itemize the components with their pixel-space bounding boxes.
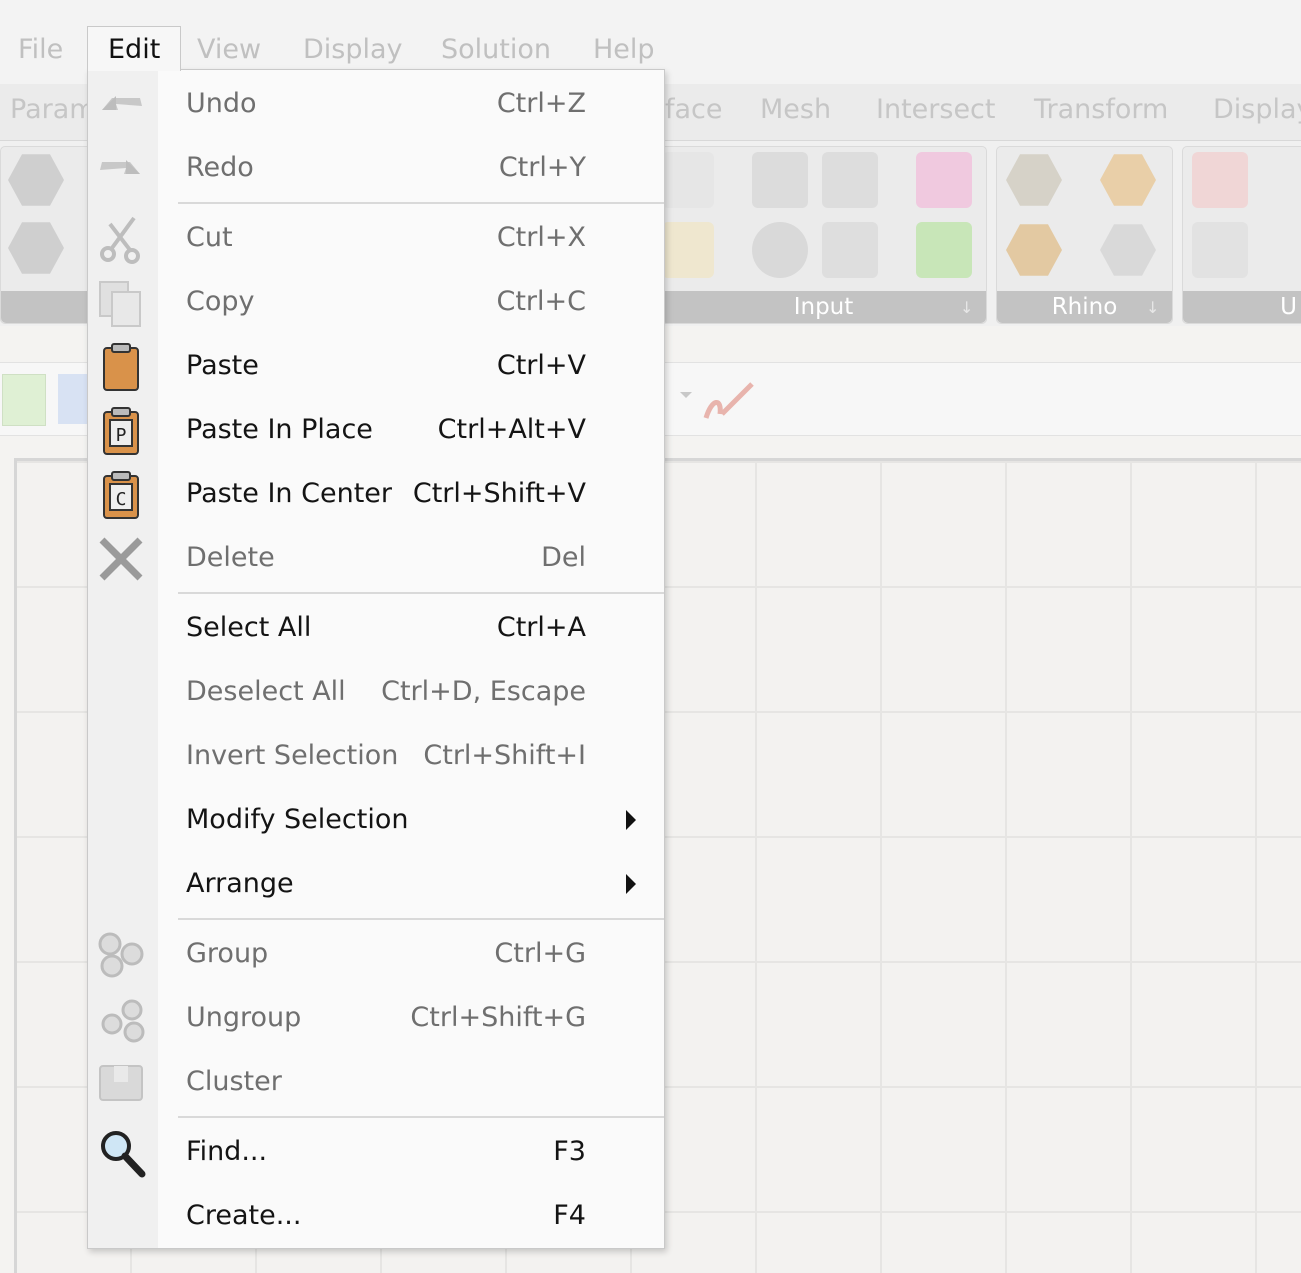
- group-icon: [96, 930, 146, 980]
- panel-label-input: Input: [661, 291, 986, 323]
- menu-item-ungroup[interactable]: Ungroup Ctrl+Shift+G: [88, 986, 664, 1050]
- menu-item-find[interactable]: Find... F3: [88, 1120, 664, 1184]
- menu-item-paste-in-center[interactable]: C Paste In Center Ctrl+Shift+V: [88, 462, 664, 526]
- menu-display[interactable]: Display: [303, 30, 403, 70]
- number-slider-icon[interactable]: [822, 152, 878, 208]
- ungroup-icon: [96, 994, 146, 1044]
- svg-text:C: C: [116, 489, 127, 510]
- menu-item-paste-in-place[interactable]: P Paste In Place Ctrl+Alt+V: [88, 398, 664, 462]
- tree-icon[interactable]: [1192, 222, 1248, 278]
- menu-item-undo[interactable]: Undo Ctrl+Z: [88, 72, 664, 136]
- menu-item-create[interactable]: Create... F4: [88, 1184, 664, 1248]
- expand-arrow-icon[interactable]: ↓: [1146, 299, 1164, 317]
- menu-item-redo[interactable]: Redo Ctrl+Y: [88, 136, 664, 200]
- tab-display[interactable]: Display: [1213, 94, 1301, 125]
- edit-menu-dropdown: Undo Ctrl+Z Redo Ctrl+Y Cut Ctrl+X Copy …: [87, 69, 665, 1249]
- menu-item-cut[interactable]: Cut Ctrl+X: [88, 206, 664, 270]
- menu-solution[interactable]: Solution: [441, 30, 551, 70]
- menu-item-copy[interactable]: Copy Ctrl+C: [88, 270, 664, 334]
- menu-help[interactable]: Help: [593, 30, 655, 70]
- gradient-icon[interactable]: [916, 152, 972, 208]
- toggle-icon[interactable]: [752, 152, 808, 208]
- clipboard-p-icon: P: [96, 406, 146, 456]
- menu-item-deselect-all[interactable]: Deselect All Ctrl+D, Escape: [88, 660, 664, 724]
- svg-text:P: P: [116, 425, 127, 446]
- cluster-box-icon: [96, 1058, 146, 1108]
- menu-item-select-all[interactable]: Select All Ctrl+A: [88, 596, 664, 660]
- tab-surface[interactable]: face: [665, 94, 723, 125]
- cherry-icon[interactable]: [1192, 152, 1248, 208]
- menu-file[interactable]: File: [18, 30, 63, 70]
- save-file-icon[interactable]: [58, 374, 88, 424]
- clipboard-icon: [96, 342, 146, 392]
- dropdown-arrow-icon[interactable]: [680, 392, 692, 398]
- menu-separator: [178, 918, 664, 920]
- magnifier-icon: [96, 1128, 146, 1178]
- scissors-icon: [96, 214, 146, 264]
- menu-item-delete[interactable]: Delete Del: [88, 526, 664, 590]
- panel-label-u: U: [1183, 291, 1301, 323]
- redo-icon: [96, 144, 146, 194]
- open-file-icon[interactable]: [2, 374, 46, 426]
- menu-separator: [178, 1116, 664, 1118]
- graph-icon[interactable]: [662, 222, 714, 278]
- menu-edit[interactable]: Edit: [87, 26, 182, 71]
- tab-params[interactable]: Param: [10, 94, 96, 125]
- button-icon[interactable]: [752, 222, 808, 278]
- submenu-arrow-icon: [626, 810, 636, 830]
- sketch-pencil-icon[interactable]: [702, 378, 756, 422]
- tab-intersect[interactable]: Intersect: [876, 94, 995, 125]
- tab-mesh[interactable]: Mesh: [760, 94, 831, 125]
- menu-item-cluster[interactable]: Cluster: [88, 1050, 664, 1114]
- tab-transform[interactable]: Transform: [1034, 94, 1168, 125]
- title-bar: [0, 0, 1301, 26]
- menu-separator: [178, 202, 664, 204]
- value-list-icon[interactable]: [822, 222, 878, 278]
- import-icon[interactable]: [662, 152, 714, 208]
- menu-item-invert-selection[interactable]: Invert Selection Ctrl+Shift+I: [88, 724, 664, 788]
- delete-x-icon: [96, 534, 146, 584]
- menu-item-arrange[interactable]: Arrange: [88, 852, 664, 916]
- clipboard-c-icon: C: [96, 470, 146, 520]
- submenu-arrow-icon: [626, 874, 636, 894]
- undo-icon: [96, 80, 146, 130]
- menu-item-paste[interactable]: Paste Ctrl+V: [88, 334, 664, 398]
- copy-icon: [96, 278, 146, 328]
- menu-item-modify-selection[interactable]: Modify Selection: [88, 788, 664, 852]
- menu-view[interactable]: View: [197, 30, 261, 70]
- colour-swatch-icon[interactable]: [916, 222, 972, 278]
- menu-separator: [178, 592, 664, 594]
- menu-item-group[interactable]: Group Ctrl+G: [88, 922, 664, 986]
- expand-arrow-icon[interactable]: ↓: [960, 299, 978, 317]
